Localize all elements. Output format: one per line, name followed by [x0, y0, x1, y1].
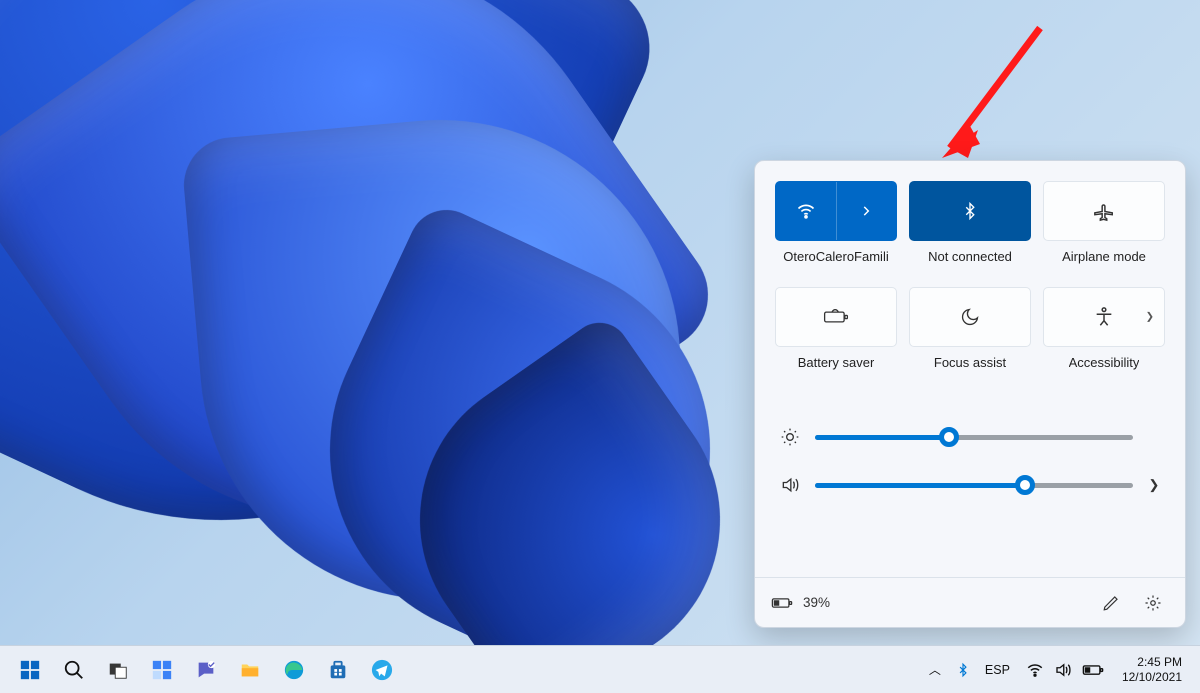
clock-date: 12/10/2021: [1122, 670, 1182, 685]
edge-icon: [283, 659, 305, 681]
quick-settings-panel: OteroCaleroFamili Not connected: [754, 160, 1186, 628]
brightness-icon: [779, 427, 801, 447]
chat-button[interactable]: [186, 650, 226, 690]
focus-assist-tile[interactable]: [909, 287, 1031, 347]
taskbar-pinned-apps: [10, 650, 402, 690]
bluetooth-icon: [956, 661, 970, 679]
telegram-button[interactable]: [362, 650, 402, 690]
search-button[interactable]: [54, 650, 94, 690]
wifi-tile[interactable]: [775, 181, 897, 241]
chevron-right-icon: ❯: [1146, 312, 1154, 323]
taskbar: ︿ ESP 2:45 PM 12/10/2021: [0, 645, 1200, 693]
battery-saver-tile[interactable]: [775, 287, 897, 347]
accessibility-tile-label: Accessibility: [1069, 355, 1140, 373]
language-text: ESP: [985, 663, 1010, 677]
settings-button[interactable]: [1137, 587, 1169, 619]
quick-settings-tiles: OteroCaleroFamili Not connected: [755, 161, 1185, 373]
focus-assist-tile-label: Focus assist: [934, 355, 1006, 373]
bluetooth-tile[interactable]: [909, 181, 1031, 241]
battery-icon: [1082, 663, 1104, 677]
brightness-slider-row: ❯: [779, 427, 1161, 447]
gear-icon: [1144, 594, 1162, 612]
widgets-icon: [151, 659, 173, 681]
wifi-icon: [796, 201, 816, 221]
moon-icon: [960, 307, 980, 327]
widgets-button[interactable]: [142, 650, 182, 690]
language-indicator[interactable]: ESP: [979, 663, 1016, 677]
task-view-button[interactable]: [98, 650, 138, 690]
chevron-up-icon: ︿: [929, 663, 941, 677]
volume-icon: [1054, 661, 1072, 679]
microsoft-store-button[interactable]: [318, 650, 358, 690]
store-icon: [327, 659, 349, 681]
chevron-right-icon: [859, 204, 873, 218]
system-tray-network-volume-battery[interactable]: [1018, 650, 1112, 690]
telegram-icon: [371, 659, 393, 681]
wifi-toggle[interactable]: [776, 182, 836, 240]
volume-slider-row: ❯: [779, 475, 1161, 495]
folder-icon: [238, 659, 262, 681]
task-view-icon: [107, 659, 129, 681]
airplane-mode-tile[interactable]: [1043, 181, 1165, 241]
sliders-section: ❯ ❯: [755, 373, 1185, 533]
brightness-slider[interactable]: [815, 435, 1133, 440]
bluetooth-tile-label: Not connected: [928, 249, 1012, 267]
search-icon: [63, 659, 85, 681]
tray-overflow-button[interactable]: ︿: [923, 661, 947, 678]
file-explorer-button[interactable]: [230, 650, 270, 690]
wifi-tile-label: OteroCaleroFamili: [783, 249, 888, 267]
battery-percent-text: 39%: [803, 595, 830, 610]
battery-saver-icon: [823, 308, 849, 326]
accessibility-icon: [1093, 306, 1115, 328]
wifi-icon: [1026, 661, 1044, 679]
volume-slider[interactable]: [815, 483, 1133, 488]
volume-icon: [779, 475, 801, 495]
airplane-mode-tile-label: Airplane mode: [1062, 249, 1146, 267]
clock-time: 2:45 PM: [1122, 655, 1182, 670]
edge-button[interactable]: [274, 650, 314, 690]
volume-output-expand[interactable]: ❯: [1147, 477, 1161, 493]
pencil-icon: [1102, 594, 1120, 612]
airplane-icon: [1093, 200, 1115, 222]
battery-saver-tile-label: Battery saver: [798, 355, 875, 373]
start-button[interactable]: [10, 650, 50, 690]
wifi-expand[interactable]: [837, 182, 897, 240]
bluetooth-icon: [961, 200, 979, 222]
edit-quick-settings-button[interactable]: [1095, 587, 1127, 619]
accessibility-tile[interactable]: ❯: [1043, 287, 1165, 347]
clock-button[interactable]: 2:45 PM 12/10/2021: [1114, 655, 1190, 685]
taskbar-system-tray: ︿ ESP 2:45 PM 12/10/2021: [923, 650, 1190, 690]
chat-icon: [195, 659, 217, 681]
windows-logo-icon: [19, 659, 41, 681]
quick-settings-footer: 39%: [755, 577, 1185, 627]
tray-bluetooth-indicator[interactable]: [949, 650, 977, 690]
battery-icon: [771, 596, 793, 610]
